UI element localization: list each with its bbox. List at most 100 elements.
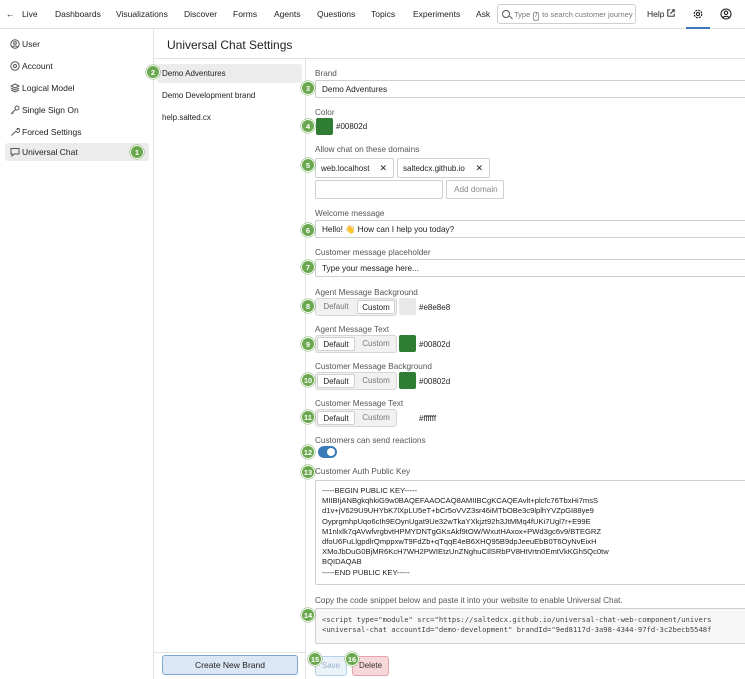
agent-text-value: #00802d xyxy=(419,340,451,349)
create-brand-button[interactable]: Create New Brand xyxy=(162,655,298,675)
brand-color-swatch[interactable] xyxy=(316,118,333,135)
brand-item-label: Demo Development brand xyxy=(162,91,256,100)
customer-placeholder-input[interactable]: Type your message here... xyxy=(315,259,745,277)
account-circle-icon[interactable] xyxy=(720,8,732,20)
customer-text-swatch[interactable] xyxy=(399,409,416,426)
nav-dashboards[interactable]: Dashboards xyxy=(55,9,101,19)
brand-item-demo-adventures[interactable]: Demo Adventures xyxy=(157,64,302,83)
nav-topics[interactable]: Topics xyxy=(371,9,395,19)
customer-text-mode-toggle: Default Custom xyxy=(315,409,397,427)
badge-2: 2 xyxy=(146,65,160,79)
public-key-textarea[interactable]: -----BEGIN PUBLIC KEY----- MIIBIjANBgkqh… xyxy=(315,480,745,585)
chat-icon xyxy=(10,148,20,157)
search-input[interactable]: Type / to search customer journey xyxy=(497,4,636,24)
reactions-toggle[interactable] xyxy=(318,446,337,458)
customer-text-custom-option[interactable]: Custom xyxy=(357,411,395,425)
placeholder-label: Customer message placeholder xyxy=(315,248,431,257)
brand-item-label: Demo Adventures xyxy=(162,69,226,78)
public-key-label: Customer Auth Public Key xyxy=(315,467,411,476)
new-domain-input[interactable] xyxy=(315,180,443,199)
sidebar-item-label: Universal Chat xyxy=(22,147,78,157)
brand-name-input[interactable]: Demo Adventures xyxy=(315,80,745,98)
badge-1: 1 xyxy=(130,145,144,159)
agent-bg-mode-toggle: Default Custom xyxy=(315,298,397,316)
domain-chip: web.localhost ✕ xyxy=(315,158,394,178)
settings-tab[interactable] xyxy=(686,0,710,29)
key-icon xyxy=(10,105,20,115)
sidebar-item-account[interactable]: Account xyxy=(5,57,149,75)
badge-7: 7 xyxy=(301,260,315,274)
badge-10: 10 xyxy=(301,373,315,387)
agent-bg-label: Agent Message Background xyxy=(315,288,418,297)
page-title: Universal Chat Settings xyxy=(167,38,293,52)
reactions-label: Customers can send reactions xyxy=(315,436,426,445)
nav-live[interactable]: Live xyxy=(22,9,38,19)
back-arrow-icon[interactable]: ← xyxy=(6,9,15,19)
agent-text-label: Agent Message Text xyxy=(315,325,390,334)
nav-forms[interactable]: Forms xyxy=(233,9,257,19)
snippet-line: <script type="module" src="https://salte… xyxy=(322,615,712,624)
domain-chip: saltedcx.github.io ✕ xyxy=(397,158,490,178)
search-shortcut: / xyxy=(533,12,540,21)
search-icon xyxy=(502,10,510,18)
snippet-line: <universal-chat accountId="demo-developm… xyxy=(322,625,712,634)
sidebar-item-logical-model[interactable]: Logical Model xyxy=(5,79,149,97)
brand-settings-form: Brand Demo Adventures 3 Color #00802d 4 … xyxy=(301,59,745,679)
customer-text-default-option[interactable]: Default xyxy=(317,411,355,425)
badge-15: 15 xyxy=(308,652,322,666)
badge-3: 3 xyxy=(301,81,315,95)
code-snippet-box[interactable]: <script type="module" src="https://salte… xyxy=(315,608,745,644)
welcome-label: Welcome message xyxy=(315,209,385,218)
help-link[interactable]: Help xyxy=(647,9,664,19)
customer-bg-label: Customer Message Background xyxy=(315,362,432,371)
brand-item-help-salted[interactable]: help.salted.cx xyxy=(157,108,302,127)
badge-16: 16 xyxy=(345,652,359,666)
badge-11: 11 xyxy=(301,410,315,424)
sidebar-item-label: Account xyxy=(22,61,53,71)
search-placeholder-pre: Type xyxy=(514,10,531,19)
badge-6: 6 xyxy=(301,223,315,237)
domain-chip-label: web.localhost xyxy=(321,164,370,173)
nav-visualizations[interactable]: Visualizations xyxy=(116,9,168,19)
domains-label: Allow chat on these domains xyxy=(315,145,420,154)
badge-9: 9 xyxy=(301,337,315,351)
customer-bg-swatch[interactable] xyxy=(399,372,416,389)
customer-text-value: #ffffff xyxy=(419,414,437,423)
sidebar-item-user[interactable]: User xyxy=(5,35,149,53)
badge-12: 12 xyxy=(301,445,315,459)
sidebar-item-label: Single Sign On xyxy=(22,105,79,115)
brand-item-demo-development[interactable]: Demo Development brand xyxy=(157,86,302,105)
agent-text-custom-option[interactable]: Custom xyxy=(357,337,395,351)
agent-bg-custom-option[interactable]: Custom xyxy=(357,300,395,314)
nav-ask[interactable]: Ask xyxy=(476,9,490,19)
nav-discover[interactable]: Discover xyxy=(184,9,217,19)
account-icon xyxy=(10,61,20,71)
nav-agents[interactable]: Agents xyxy=(274,9,300,19)
sidebar-item-universal-chat[interactable]: Universal Chat 1 xyxy=(5,143,149,161)
user-circle-icon xyxy=(10,39,20,49)
external-link-icon xyxy=(667,9,675,17)
welcome-message-input[interactable]: Hello! 👋 How can I help you today? xyxy=(315,220,745,238)
brand-list: Demo Adventures 2 Demo Development brand… xyxy=(146,59,306,679)
color-label: Color xyxy=(315,108,335,117)
snippet-label: Copy the code snippet below and paste it… xyxy=(315,596,623,605)
agent-text-swatch[interactable] xyxy=(399,335,416,352)
page-header: Universal Chat Settings xyxy=(154,29,745,59)
remove-domain-icon[interactable]: ✕ xyxy=(475,163,483,174)
badge-5: 5 xyxy=(301,158,315,172)
brand-color-value: #00802d xyxy=(336,122,368,131)
brand-item-label: help.salted.cx xyxy=(162,113,211,122)
customer-bg-mode-toggle: Default Custom xyxy=(315,372,397,390)
remove-domain-icon[interactable]: ✕ xyxy=(379,163,387,174)
sidebar-item-forced-settings[interactable]: Forced Settings xyxy=(5,123,149,141)
agent-bg-swatch[interactable] xyxy=(399,298,416,315)
add-domain-button[interactable]: Add domain xyxy=(446,180,504,199)
sidebar-item-sso[interactable]: Single Sign On xyxy=(5,101,149,119)
nav-experiments[interactable]: Experiments xyxy=(413,9,460,19)
agent-text-default-option[interactable]: Default xyxy=(317,337,355,351)
agent-bg-default-option[interactable]: Default xyxy=(317,300,355,314)
customer-bg-default-option[interactable]: Default xyxy=(317,374,355,388)
layers-icon xyxy=(10,83,20,93)
customer-bg-custom-option[interactable]: Custom xyxy=(357,374,395,388)
nav-questions[interactable]: Questions xyxy=(317,9,355,19)
